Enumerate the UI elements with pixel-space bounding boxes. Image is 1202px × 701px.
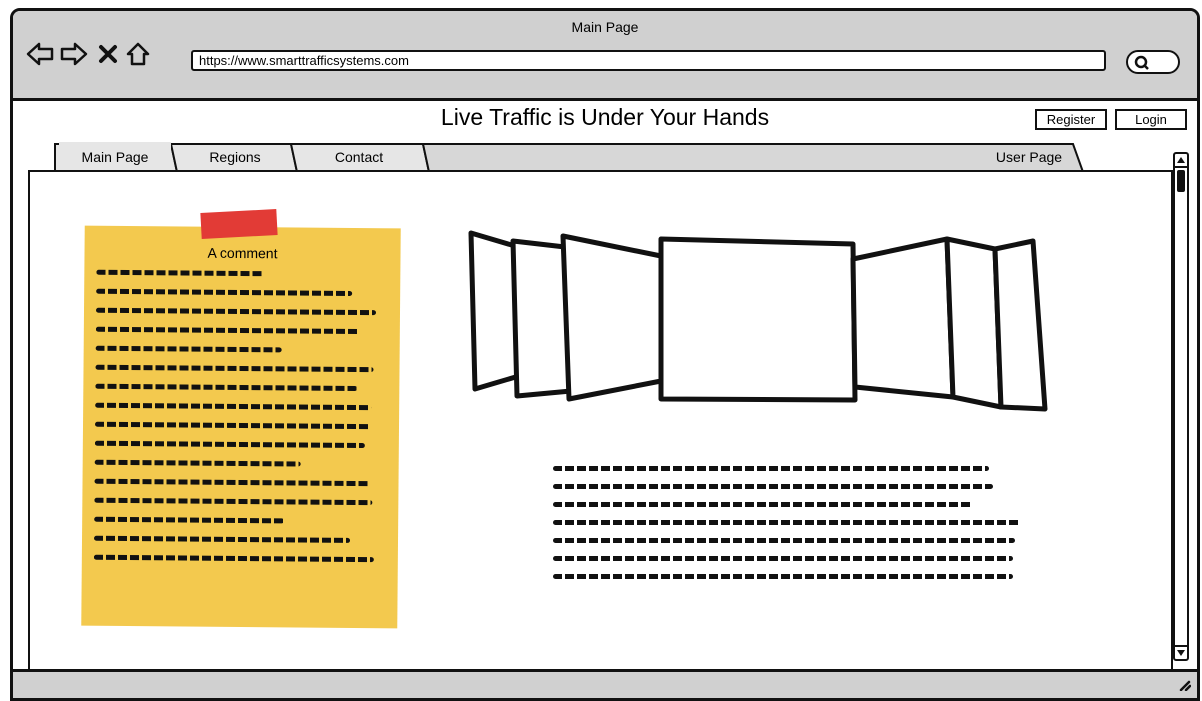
forward-arrow-icon[interactable] [59,39,89,69]
page-headline: Live Traffic is Under Your Hands [440,104,770,130]
tab-user-page[interactable]: User Page [983,142,1075,172]
title-bar: Main Page https://www.smarttrafficsystem… [13,11,1197,101]
carousel-slide[interactable] [850,236,956,400]
carousel-slide-active[interactable] [658,236,858,403]
login-button[interactable]: Login [1115,109,1187,130]
scroll-up-icon[interactable] [1175,154,1187,168]
browser-search-button[interactable] [1126,50,1180,74]
tab-regions[interactable]: Regions [179,142,291,172]
back-arrow-icon[interactable] [25,39,55,69]
comment-title: A comment [207,244,278,262]
browser-window: Main Page https://www.smarttrafficsystem… [10,8,1200,701]
image-carousel[interactable] [453,211,1063,426]
sticky-tape [200,209,278,239]
tab-contact[interactable]: Contact [299,142,419,172]
register-button[interactable]: Register [1035,109,1107,130]
scroll-down-icon[interactable] [1175,645,1187,659]
resize-grip-icon[interactable] [1177,677,1192,696]
address-bar[interactable]: https://www.smarttrafficsystems.com [191,50,1106,71]
scroll-thumb[interactable] [1177,170,1185,192]
window-title: Main Page [571,19,639,35]
tab-main-page[interactable]: Main Page [59,142,171,172]
close-icon[interactable] [93,39,123,69]
search-icon [1134,55,1149,70]
carousel-slide[interactable] [560,233,664,402]
url-text: https://www.smarttrafficsystems.com [199,53,409,68]
carousel-slide[interactable] [944,236,1004,410]
vertical-scrollbar[interactable] [1173,152,1189,661]
comment-sticky-note: A comment [81,225,401,629]
tab-bar: Main Page Regions Contact User Page [53,142,1093,172]
carousel-frames [468,230,1048,412]
status-bar [13,669,1197,698]
home-icon[interactable] [123,39,153,69]
carousel-slide[interactable] [992,238,1048,412]
